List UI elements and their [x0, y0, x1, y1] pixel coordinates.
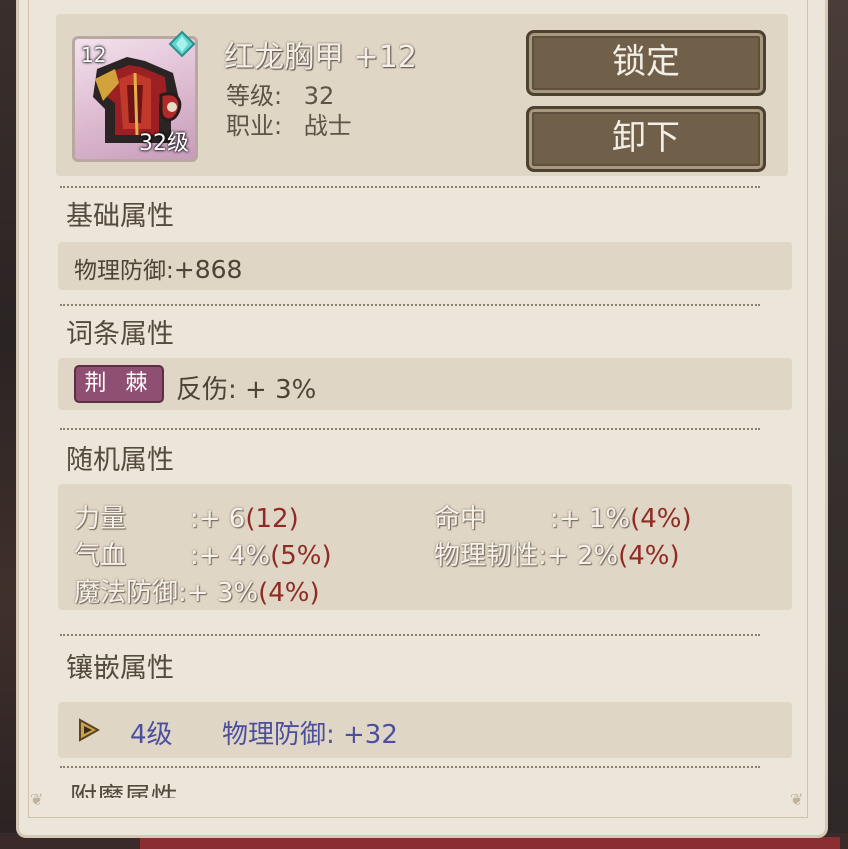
attr-max: (12) [245, 504, 299, 534]
icon-required-level: 32级 [139, 131, 189, 156]
section-title-enchant: 附魔属性 [70, 776, 178, 798]
attr-value: :+ 4% [190, 541, 271, 571]
corner-ornament-icon: ❦ [790, 790, 804, 809]
random-attr-strength: 力量 :+ 6(12) [74, 498, 299, 535]
attr-name: 命中 [434, 504, 487, 534]
divider [60, 428, 760, 430]
affix-tag-thorns: 荆 棘 [74, 365, 164, 403]
affix-attr-line: 反伤: + 3% [176, 375, 317, 405]
basic-attr-label: 物理防御: [74, 258, 174, 284]
attr-value: :+ 1% [550, 504, 631, 534]
background-red-strip [140, 837, 840, 849]
item-name: 红龙胸甲 +12 [224, 40, 417, 75]
enchant-title-clip: 附魔属性 [66, 776, 366, 798]
random-attr-hp: 气血 :+ 4%(5%) [74, 535, 332, 572]
lock-button[interactable]: 锁定 [526, 30, 766, 96]
basic-attr-line: 物理防御:+868 [74, 251, 242, 285]
basic-attr-value: +868 [173, 255, 243, 284]
section-title-affix: 词条属性 [66, 319, 174, 350]
section-title-inlay: 镶嵌属性 [66, 653, 174, 684]
attr-name: 物理韧性 [434, 541, 539, 571]
class-value: 战士 [303, 112, 352, 140]
item-class-row: 职业: 战士 [226, 106, 352, 141]
random-attr-phys-toughness: 物理韧性:+ 2%(4%) [434, 535, 680, 572]
icon-enhance-level: 12 [81, 43, 107, 67]
corner-ornament-icon: ❦ [30, 790, 44, 809]
divider [60, 766, 760, 768]
divider [60, 304, 760, 306]
diamond-gem-icon [168, 30, 196, 58]
divider [60, 634, 760, 636]
attr-name: 魔法防御 [74, 578, 179, 608]
divider [60, 186, 760, 188]
attr-max: (4%) [618, 541, 680, 571]
attr-max: (4%) [630, 504, 692, 534]
attr-value: :+ 6 [190, 504, 246, 534]
inlay-effect: 物理防御: +32 [222, 720, 398, 750]
random-attr-hit: 命中 :+ 1%(4%) [434, 498, 692, 535]
section-title-basic: 基础属性 [66, 201, 174, 232]
attr-name: 力量 [74, 504, 127, 534]
affix-attr-row [58, 358, 792, 410]
attr-max: (4%) [258, 578, 320, 608]
attr-name: 气血 [74, 541, 127, 571]
section-title-random: 随机属性 [66, 445, 174, 476]
attr-value: :+ 3% [178, 578, 259, 608]
inlay-level: 4级 [130, 720, 173, 750]
unequip-button[interactable]: 卸下 [526, 106, 766, 172]
triangle-gem-icon [79, 718, 100, 742]
attr-max: (5%) [270, 541, 332, 571]
attr-value: :+ 2% [538, 541, 619, 571]
class-label: 职业: [226, 112, 283, 140]
random-attr-magic-def: 魔法防御:+ 3%(4%) [74, 572, 320, 609]
